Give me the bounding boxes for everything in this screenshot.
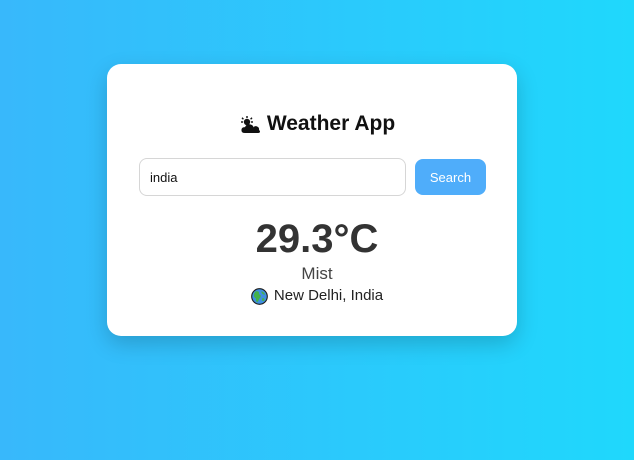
app-title: Weather App: [266, 112, 396, 135]
weather-condition: Mist: [301, 264, 333, 283]
location-line: New Delhi, India: [0, 286, 634, 311]
temperature-value: 29.3°C: [255, 217, 379, 261]
app-header: Weather App: [0, 111, 634, 141]
location-text: New Delhi, India: [273, 287, 384, 304]
city-search-input[interactable]: [139, 158, 406, 196]
sun-behind-cloud-icon: [239, 115, 261, 133]
globe-icon: [251, 287, 268, 305]
search-button[interactable]: Search: [415, 159, 486, 195]
